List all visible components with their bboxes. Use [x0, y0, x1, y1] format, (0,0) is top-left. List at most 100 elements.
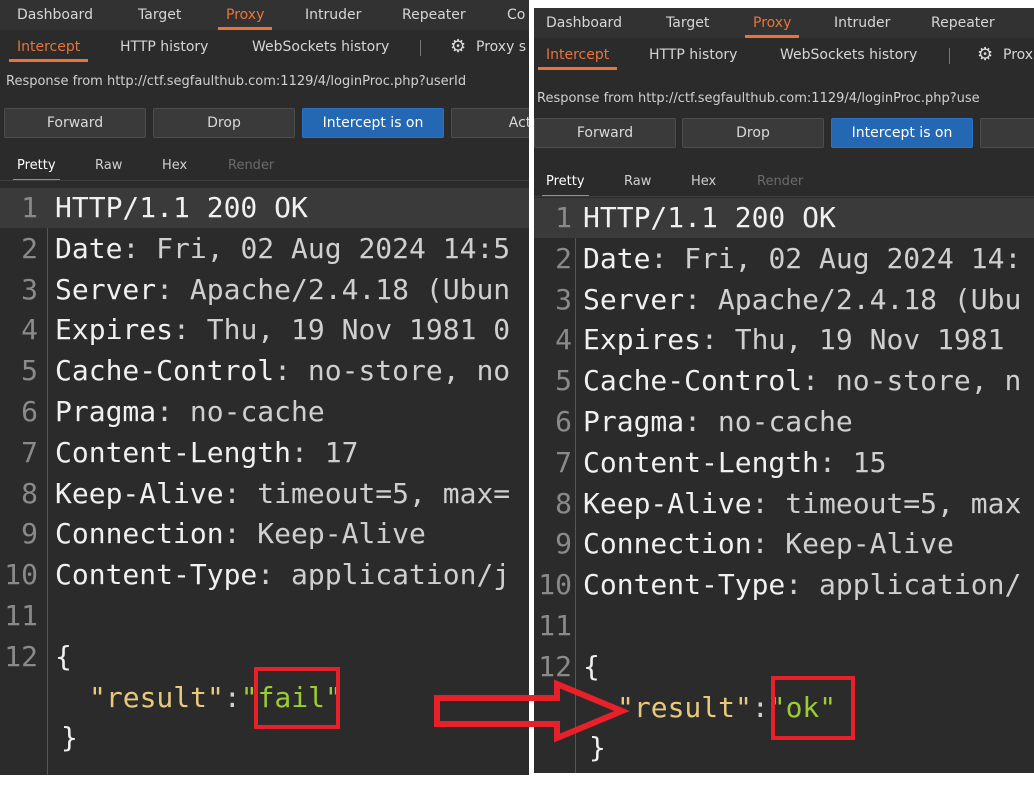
tab-raw[interactable]: Raw: [95, 158, 122, 173]
tab-websockets-history[interactable]: WebSockets history: [780, 40, 917, 70]
drop-button[interactable]: Drop: [153, 108, 295, 138]
line-number: 12: [4, 639, 38, 673]
header-name: Expires: [583, 323, 702, 357]
gear-icon[interactable]: ⚙: [450, 37, 466, 57]
header-value: timeout=5, max=: [257, 476, 511, 510]
intercept-toggle-button[interactable]: Intercept is on: [831, 118, 973, 148]
code-line: 7 Content-Length: 17: [0, 433, 529, 473]
left-burp-proxy-panel: Dashboard Target Proxy Intruder Repeater…: [0, 0, 529, 775]
tab-hex[interactable]: Hex: [691, 174, 716, 189]
line-number: 12: [538, 649, 572, 683]
line-number: 9: [555, 527, 572, 561]
tab-pretty[interactable]: Pretty: [13, 158, 60, 181]
code-line: 3 Server: Apache/2.4.18 (Ubu: [534, 280, 1034, 320]
tab-http-history[interactable]: HTTP history: [120, 32, 208, 62]
forward-button[interactable]: Forward: [4, 108, 146, 138]
line-number: 11: [538, 609, 572, 642]
intercept-toggle-button[interactable]: Intercept is on: [302, 108, 444, 138]
code-text: Cache-Control: no-store, no: [55, 351, 510, 391]
line-number: 6: [21, 395, 38, 428]
code-text: Pragma: no-cache: [55, 392, 325, 432]
message-view-tabs: Pretty Raw Hex Render: [0, 152, 529, 182]
header-value: Thu, 19 Nov 1981 0: [206, 313, 511, 347]
code-line: 3 Server: Apache/2.4.18 (Ubun: [0, 270, 529, 310]
header-name: HTTP/1.1 200 OK: [55, 191, 308, 224]
line-number: 7: [21, 435, 38, 469]
header-value: Keep-Alive: [785, 527, 954, 561]
line-number: 1: [21, 191, 38, 224]
code-text: Content-Type: application/j: [55, 555, 510, 595]
code-line: 10 Content-Type: application/: [534, 565, 1034, 605]
tab-proxy-settings[interactable]: Prox: [1003, 40, 1033, 70]
header-name: Content-Length: [55, 435, 292, 469]
header-name: Expires: [55, 313, 174, 347]
header-separator: :: [173, 313, 207, 347]
tab-intruder[interactable]: Intruder: [305, 0, 361, 30]
code-line: 4 Expires: Thu, 19 Nov 1981 0: [0, 310, 529, 350]
line-number: 5: [555, 364, 572, 398]
header-separator: :: [122, 231, 157, 265]
tab-proxy[interactable]: Proxy: [744, 8, 800, 38]
header-value: Apache/2.4.18 (Ubun: [189, 272, 511, 306]
forward-button[interactable]: Forward: [534, 118, 676, 148]
line-number: 2: [21, 231, 38, 265]
header-name: {: [55, 639, 72, 673]
header-separator: :: [156, 272, 190, 306]
tab-hex[interactable]: Hex: [162, 158, 187, 173]
header-name: Pragma: [583, 405, 685, 438]
header-separator: :: [751, 527, 786, 561]
tab-dashboard[interactable]: Dashboard: [17, 0, 93, 30]
tab-target[interactable]: Target: [138, 0, 181, 30]
code-line: 6 Pragma: no-cache: [0, 392, 529, 432]
code-text: HTTP/1.1 200 OK: [583, 198, 836, 238]
header-separator: :: [291, 435, 325, 469]
tab-raw[interactable]: Raw: [624, 174, 651, 189]
code-line: 2 Date: Fri, 02 Aug 2024 14:: [534, 239, 1034, 279]
code-text: Date: Fri, 02 Aug 2024 14:5: [55, 229, 510, 269]
code-text: Expires: Thu, 19 Nov 1981: [583, 320, 1004, 360]
tab-render: Render: [228, 158, 275, 173]
intercept-toolbar: Forward Drop Intercept is on Acti: [0, 108, 529, 138]
tab-separator: [949, 48, 950, 64]
tab-repeater[interactable]: Repeater: [931, 8, 995, 38]
tab-websockets-history[interactable]: WebSockets history: [252, 32, 389, 62]
header-value: Apache/2.4.18 (Ubu: [717, 282, 1022, 316]
tab-proxy-settings[interactable]: Proxy s: [476, 32, 526, 62]
code-text: Pragma: no-cache: [583, 402, 853, 442]
code-line: 11: [534, 606, 1034, 646]
tab-http-history[interactable]: HTTP history: [649, 40, 737, 70]
code-text: Connection: Keep-Alive: [583, 524, 954, 564]
line-number: 10: [538, 568, 572, 602]
header-separator: :: [650, 241, 685, 275]
tab-dashboard[interactable]: Dashboard: [546, 8, 622, 38]
header-name: Date: [55, 231, 123, 265]
line-number: 6: [555, 405, 572, 438]
divider: [534, 196, 1034, 197]
line-number: 11: [4, 599, 38, 632]
header-name: Content-Length: [583, 445, 820, 479]
proxy-sub-tab-bar: Intercept HTTP history WebSockets histor…: [0, 32, 529, 62]
header-value: no-store, no: [307, 354, 511, 388]
drop-button[interactable]: Drop: [682, 118, 824, 148]
closing-brace: }: [61, 721, 78, 755]
tab-target[interactable]: Target: [666, 8, 709, 38]
gear-icon[interactable]: ⚙: [977, 45, 993, 65]
tab-pretty[interactable]: Pretty: [542, 174, 589, 197]
tab-intercept[interactable]: Intercept: [537, 40, 618, 70]
tab-truncated[interactable]: Co: [507, 0, 525, 30]
header-name: Server: [583, 282, 685, 316]
header-value: Fri, 02 Aug 2024 14:: [684, 241, 1022, 275]
top-tab-bar: Dashboard Target Proxy Intruder Repeater…: [0, 0, 529, 30]
header-name: Content-Type: [55, 558, 258, 592]
code-text: Server: Apache/2.4.18 (Ubun: [55, 270, 510, 310]
action-button[interactable]: Acti: [451, 108, 529, 138]
tab-intercept[interactable]: Intercept: [8, 32, 89, 62]
header-value: Thu, 19 Nov 1981: [734, 323, 1005, 357]
action-button[interactable]: A: [980, 118, 1034, 148]
proxy-sub-tab-bar: Intercept HTTP history WebSockets histor…: [534, 40, 1034, 70]
tab-intruder[interactable]: Intruder: [834, 8, 890, 38]
header-value: 15: [852, 445, 887, 479]
tab-proxy[interactable]: Proxy: [217, 0, 273, 30]
tab-repeater[interactable]: Repeater: [402, 0, 466, 30]
json-colon: :: [751, 690, 769, 724]
